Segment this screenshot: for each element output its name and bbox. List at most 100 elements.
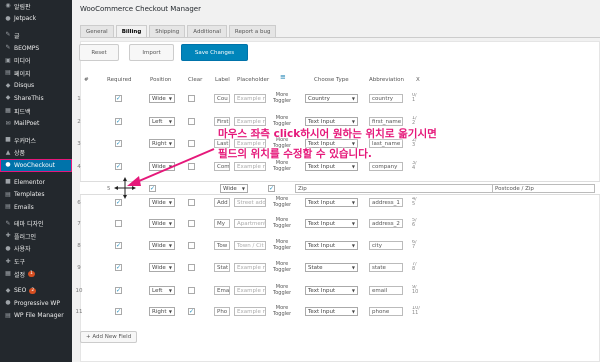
position-select[interactable]: Left ▼ [149, 117, 175, 126]
placeholder-input[interactable]: Street add [234, 198, 266, 207]
abbreviation-input[interactable]: state [369, 263, 403, 272]
sidebar-item-jetpack[interactable]: ● Jetpack [0, 13, 72, 26]
abbreviation-input[interactable]: company [369, 162, 403, 171]
label-input[interactable]: Pho [214, 307, 230, 316]
sidebar-item-mailpoet[interactable]: ✉ MailPoet [0, 117, 72, 130]
sidebar-item-sharethis[interactable]: ◆ ShareThis [0, 92, 72, 105]
required-checkbox[interactable]: ✓ [115, 140, 122, 147]
required-checkbox[interactable]: ✓ [115, 163, 122, 170]
position-select[interactable]: Wide ▼ [149, 198, 175, 207]
sidebar-item-사용자[interactable]: ● 사용자 [0, 243, 72, 256]
placeholder-input[interactable]: Example n [234, 117, 266, 126]
label-input[interactable]: Com [214, 162, 230, 171]
field-type-select[interactable]: Text Input ▼ [305, 198, 358, 207]
more-toggler[interactable]: More Toggler [273, 217, 291, 229]
tab-additional[interactable]: Additional [187, 25, 227, 37]
drag-row-clear-checkbox[interactable]: ✓ [268, 185, 275, 192]
abbreviation-input[interactable]: address_2 [369, 219, 403, 228]
required-checkbox[interactable] [115, 220, 122, 227]
more-toggler[interactable]: More Toggler [273, 284, 291, 296]
more-toggler[interactable]: More Toggler [273, 305, 291, 317]
sidebar-item-woocheckout[interactable]: ● WooCheckout [0, 159, 72, 172]
placeholder-input[interactable]: Apartment [234, 219, 266, 228]
placeholder-input[interactable]: Example n [234, 263, 266, 272]
sidebar-item-플러그인[interactable]: ✚ 플러그인 [0, 230, 72, 243]
position-select[interactable]: Wide ▼ [149, 241, 175, 250]
tab-general[interactable]: General [80, 25, 114, 37]
field-type-select[interactable]: Text Input ▼ [305, 286, 358, 295]
sidebar-item-templates[interactable]: ▤ Templates [0, 188, 72, 201]
drag-row-required-checkbox[interactable]: ✓ [149, 185, 156, 192]
import-button[interactable]: Import [129, 44, 174, 61]
clear-checkbox[interactable] [188, 95, 195, 102]
sidebar-item-상품[interactable]: ▲ 상품 [0, 147, 72, 160]
clear-checkbox[interactable] [188, 199, 195, 206]
placeholder-input[interactable]: Example n [234, 286, 266, 295]
toggle-all-icon[interactable]: ≡ [280, 74, 288, 82]
label-input[interactable]: Cou [214, 94, 230, 103]
position-select[interactable]: Wide ▼ [149, 94, 175, 103]
field-type-select[interactable]: Text Input ▼ [305, 162, 358, 171]
tab-billing[interactable]: Billing [115, 25, 148, 37]
position-select[interactable]: Right ▼ [149, 307, 175, 316]
toggler-line-2[interactable]: Toggler [273, 202, 291, 208]
toggler-line-2[interactable]: Toggler [273, 166, 291, 172]
table-row[interactable]: 8 ✓ Wide ▼ Tow Town / Cit More Toggler Text Inpu… [74, 236, 584, 258]
table-row[interactable]: 11 ✓ Right ▼ ✓ Pho Example n More Toggler Text In… [74, 302, 584, 324]
sidebar-item-우커머스[interactable]: ■ 우커머스 [0, 134, 72, 147]
label-input[interactable]: Add [214, 198, 230, 207]
field-type-select[interactable]: Text Input ▼ [305, 117, 358, 126]
sidebar-item-글[interactable]: ✎ 글 [0, 29, 72, 42]
sidebar-item-설정[interactable]: ▦ 설정 1 [0, 268, 72, 281]
clear-checkbox[interactable] [188, 118, 195, 125]
sidebar-item-피드백[interactable]: ▦ 피드백 [0, 105, 72, 118]
clear-checkbox[interactable] [188, 220, 195, 227]
abbreviation-input[interactable]: email [369, 286, 403, 295]
more-toggler[interactable]: More Toggler [273, 92, 291, 104]
position-select[interactable]: Wide ▼ [149, 219, 175, 228]
sidebar-item-progressive-wp[interactable]: ● Progressive WP [0, 297, 72, 310]
toggler-line-2[interactable]: Toggler [273, 98, 291, 104]
table-row[interactable]: 7 Wide ▼ My Apartment More Toggler Text Input ▼ a… [74, 214, 584, 236]
sidebar-item-elementor[interactable]: ■ Elementor [0, 176, 72, 189]
field-type-select[interactable]: Text Input ▼ [305, 241, 358, 250]
sidebar-item-disqus[interactable]: ◆ Disqus [0, 80, 72, 93]
position-select[interactable]: Right ▼ [149, 139, 175, 148]
sidebar-item-emails[interactable]: ▤ Emails [0, 201, 72, 214]
table-row[interactable]: 1 ✓ Wide ▼ Cou Example n More Toggler Country ▼ co… [74, 89, 584, 111]
toggler-line-2[interactable]: Toggler [273, 267, 291, 273]
dragging-row[interactable]: 5 ✓ Wide ▼ ✓ Zip Postcode / Zip [80, 181, 600, 195]
sidebar-item-wp-file-manager[interactable]: ▤ WP File Manager [0, 310, 72, 323]
clear-checkbox[interactable]: ✓ [188, 308, 195, 315]
save-changes-button[interactable]: Save Changes [181, 44, 248, 61]
clear-checkbox[interactable] [188, 287, 195, 294]
toggler-line-2[interactable]: Toggler [273, 311, 291, 317]
sidebar-item-테마-디자인[interactable]: ✎ 테마 디자인 [0, 218, 72, 231]
abbreviation-input[interactable]: address_1 [369, 198, 403, 207]
more-toggler[interactable]: More Toggler [273, 239, 291, 251]
reset-button[interactable]: Reset [79, 44, 119, 61]
abbreviation-input[interactable]: first_name [369, 117, 403, 126]
drag-row-abbreviation-input[interactable]: Postcode / Zip [492, 184, 595, 193]
field-type-select[interactable]: Text Input ▼ [305, 307, 358, 316]
required-checkbox[interactable]: ✓ [115, 95, 122, 102]
placeholder-input[interactable]: Example n [234, 94, 266, 103]
table-row[interactable]: 10 ✓ Left ▼ Ema Example n More Toggler Text Inpu… [74, 281, 584, 303]
sidebar-item-페이지[interactable]: ▤ 페이지 [0, 67, 72, 80]
table-row[interactable]: 9 ✓ Wide ▼ Stat Example n More Toggler State ▼ sta… [74, 258, 584, 280]
required-checkbox[interactable]: ✓ [115, 264, 122, 271]
abbreviation-input[interactable]: phone [369, 307, 403, 316]
placeholder-input[interactable]: Town / Cit [234, 241, 266, 250]
required-checkbox[interactable]: ✓ [115, 287, 122, 294]
sidebar-item-알림판[interactable]: ◉ 알림판 [0, 0, 72, 13]
position-select[interactable]: Wide ▼ [149, 263, 175, 272]
tab-shipping[interactable]: Shipping [149, 25, 186, 37]
required-checkbox[interactable]: ✓ [115, 118, 122, 125]
label-input[interactable]: Stat [214, 263, 230, 272]
sidebar-item-도구[interactable]: ✚ 도구 [0, 255, 72, 268]
field-type-select[interactable]: Text Input ▼ [305, 219, 358, 228]
toggler-line-2[interactable]: Toggler [273, 223, 291, 229]
toggler-line-2[interactable]: Toggler [273, 245, 291, 251]
drag-row-label-input[interactable]: Zip [295, 184, 515, 193]
field-type-select[interactable]: State ▼ [305, 263, 358, 272]
